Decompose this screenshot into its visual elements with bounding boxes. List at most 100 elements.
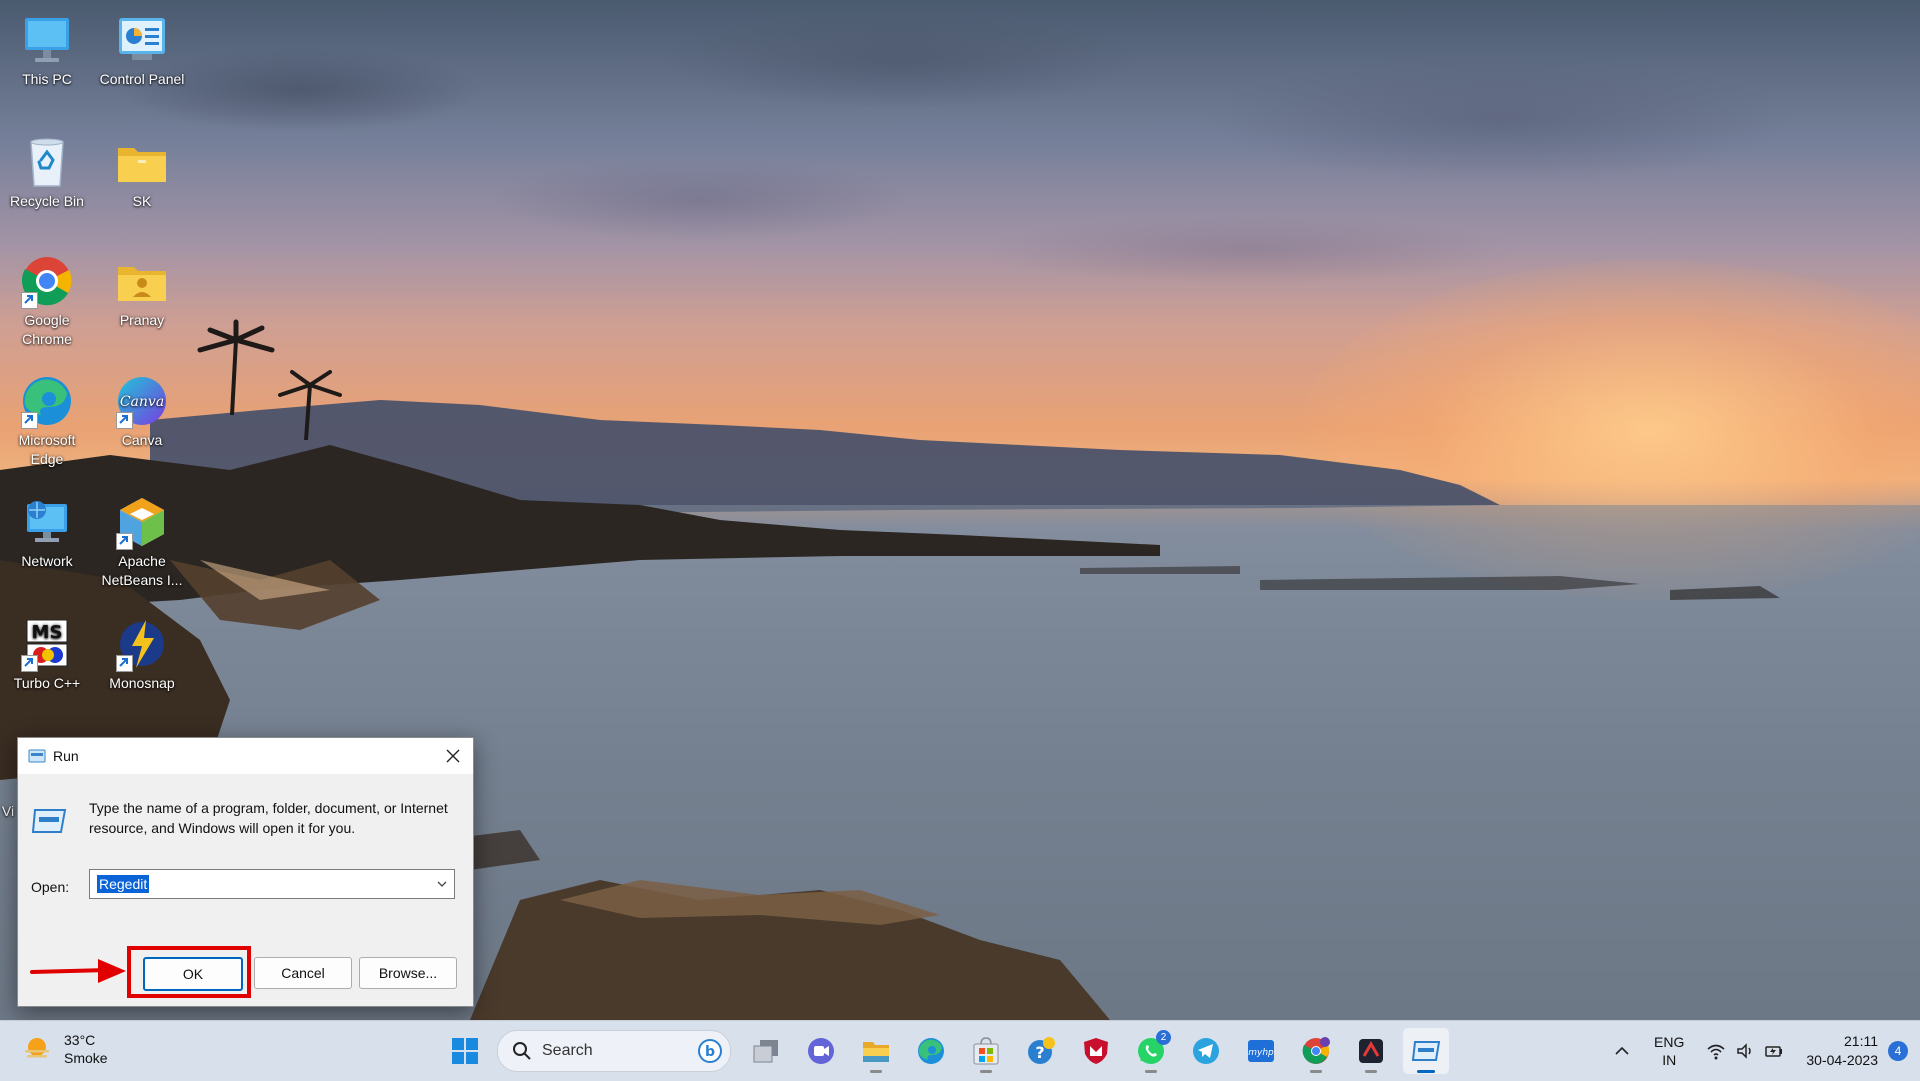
desktop-icon-control-panel[interactable]: Control Panel [96,12,188,89]
desktop-icon-label: Recycle Bin [10,193,84,209]
desktop-icon-label: Monosnap [109,675,175,691]
desktop-icon-network[interactable]: Network [1,494,93,571]
browse-button[interactable]: Browse... [359,957,457,989]
task-view-button[interactable] [743,1028,789,1074]
telegram-button[interactable] [1183,1028,1229,1074]
search-placeholder: Search [542,1042,593,1059]
wifi-icon [1707,1044,1725,1060]
clock[interactable]: 21:11 30-04-2023 [1806,1032,1878,1070]
run-description: Type the name of a program, folder, docu… [89,800,448,836]
desktop-icon-label: Microsoft Edge [18,432,76,467]
weather-text: 33°C Smoke [64,1031,108,1067]
mcafee-button[interactable] [1073,1028,1119,1074]
notification-badge[interactable]: 4 [1888,1041,1908,1061]
quick-settings[interactable] [1706,1041,1784,1061]
start-button[interactable] [442,1028,488,1074]
desktop-icon-sk[interactable]: SK [96,134,188,211]
edge-icon [918,1038,944,1064]
weather-temp: 33°C [64,1032,96,1048]
running-indicator [1310,1070,1322,1073]
desktop-icon-pranay[interactable]: Pranay [96,253,188,330]
language-line1: ENG [1654,1034,1685,1050]
running-indicator [870,1070,882,1073]
desktop-icon-label: Network [21,553,73,569]
taskbar-search-box[interactable]: Search b [497,1030,731,1072]
run-title: Run [53,748,79,764]
desktop-icon-turbo-cpp[interactable]: MS Turbo C++ [1,616,93,693]
close-icon [446,749,460,763]
run-icon [28,749,46,763]
file-explorer-icon [863,1042,889,1062]
system-tray: ENG IN 21:11 30-04-2023 4 [1612,1021,1920,1081]
microsoft-store-button[interactable] [963,1028,1009,1074]
open-label: Open: [31,879,69,895]
teams-chat-button[interactable] [798,1028,844,1074]
run-icon [1411,1041,1441,1061]
chrome-taskbar-button[interactable] [1293,1028,1339,1074]
shortcut-arrow-icon [21,655,38,672]
svg-text:myhp: myhp [1248,1048,1274,1058]
desktop-icon-apache-netbeans[interactable]: Apache NetBeans I... [96,494,188,590]
desktop-icon-label: Turbo C++ [13,675,81,691]
taskbar-apps: Search b ? 2 myhp [442,1028,1458,1074]
weather-widget[interactable]: 33°C Smoke [22,1031,108,1067]
monosnap-taskbar-button[interactable] [1348,1028,1394,1074]
run-body: Type the name of a program, folder, docu… [18,774,473,1006]
run-taskbar-button[interactable] [1403,1028,1449,1074]
taskbar: 33°C Smoke Search b ? 2 myhp ENG IN 21:1… [0,1020,1920,1081]
edge-taskbar-button[interactable] [908,1028,954,1074]
volume-icon [1737,1043,1752,1059]
user-folder-icon [118,267,166,301]
monitor-icon [25,18,69,62]
shortcut-arrow-icon [116,533,133,550]
shortcut-arrow-icon [21,292,38,309]
running-indicator [1145,1070,1157,1073]
active-indicator [1417,1070,1435,1073]
desktop-icon-label: Canva [121,432,163,448]
desktop-icon-canva[interactable]: Canva Canva [96,373,188,450]
myhp-icon: myhp [1248,1040,1274,1062]
weather-condition: Smoke [64,1050,108,1066]
telegram-icon [1193,1038,1219,1064]
clock-time: 21:11 [1844,1033,1878,1049]
running-indicator [980,1070,992,1073]
ok-button-highlight-box [127,946,251,998]
battery-charging-icon [1765,1046,1783,1057]
desktop-icon-google-chrome[interactable]: Google Chrome [1,253,93,349]
whatsapp-button[interactable]: 2 [1128,1028,1174,1074]
microsoft-store-icon [973,1037,999,1065]
haze-sun-icon [25,1038,49,1058]
desktop-icon-label: SK [132,193,152,209]
desktop-icon-label: Control Panel [99,71,185,87]
chevron-down-icon[interactable] [436,878,448,890]
mcafee-icon [1084,1038,1108,1064]
red-arrow-annotation [30,959,126,983]
svg-text:b: b [705,1044,715,1060]
open-combobox[interactable]: Regedit [89,869,455,899]
file-explorer-button[interactable] [853,1028,899,1074]
shortcut-arrow-icon [116,412,133,429]
start-icon [452,1038,478,1064]
cancel-button[interactable]: Cancel [254,957,352,989]
run-dialog: Run Type the name of a program, folder, … [17,737,474,1007]
run-title-bar: Run [18,738,473,774]
running-indicator [1365,1070,1377,1073]
get-help-icon: ? [1028,1037,1055,1064]
bing-icon[interactable]: b [698,1039,722,1063]
desktop-icon-monosnap[interactable]: Monosnap [96,616,188,693]
clock-date: 30-04-2023 [1806,1052,1878,1068]
get-help-button[interactable]: ? [1018,1028,1064,1074]
network-icon [27,501,67,542]
language-indicator[interactable]: ENG IN [1654,1033,1684,1069]
desktop-icon-this-pc[interactable]: This PC [1,12,93,89]
control-panel-icon [119,18,165,60]
desktop-icon-recycle-bin[interactable]: Recycle Bin [1,134,93,211]
teams-chat-icon [808,1038,834,1064]
language-line2: IN [1662,1052,1677,1068]
close-button[interactable] [433,738,473,774]
myhp-button[interactable]: myhp [1238,1028,1284,1074]
open-input-value[interactable]: Regedit [97,875,150,893]
whatsapp-badge: 2 [1156,1030,1171,1045]
desktop-icon-microsoft-edge[interactable]: Microsoft Edge [1,373,93,469]
chevron-up-icon[interactable] [1612,1041,1632,1061]
